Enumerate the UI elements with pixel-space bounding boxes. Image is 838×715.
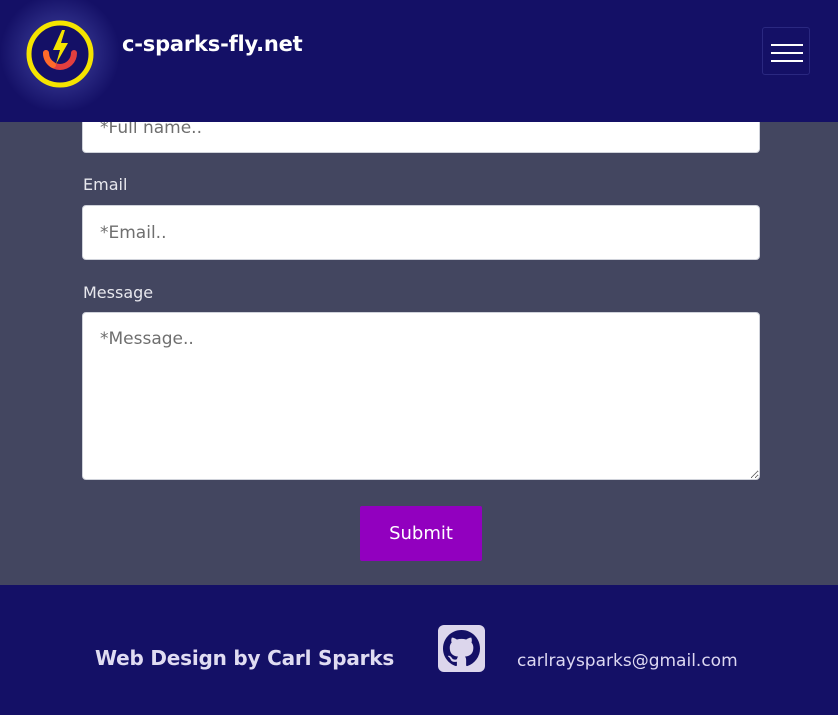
footer-email-link[interactable]: carlraysparks@gmail.com [517,651,738,671]
email-label: Email [83,175,128,194]
hamburger-menu-icon-bar [771,52,803,54]
message-textarea[interactable] [82,312,760,480]
site-header: c-sparks-fly.net [0,0,838,122]
footer-credit: Web Design by Carl Sparks [95,646,395,670]
github-link[interactable] [438,625,485,672]
lightning-power-icon[interactable] [24,19,96,89]
site-footer: Web Design by Carl Sparks carlraysparks@… [0,585,838,715]
hamburger-menu-icon [771,44,803,46]
message-label: Message [83,283,154,302]
email-input[interactable] [82,205,760,260]
github-icon [443,630,480,667]
hamburger-menu-button[interactable] [762,27,810,75]
submit-button[interactable]: Submit [360,506,482,561]
contact-form: Email Message Submit [0,102,838,585]
hamburger-menu-icon-bar [771,60,803,62]
site-title[interactable]: c-sparks-fly.net [122,32,303,56]
